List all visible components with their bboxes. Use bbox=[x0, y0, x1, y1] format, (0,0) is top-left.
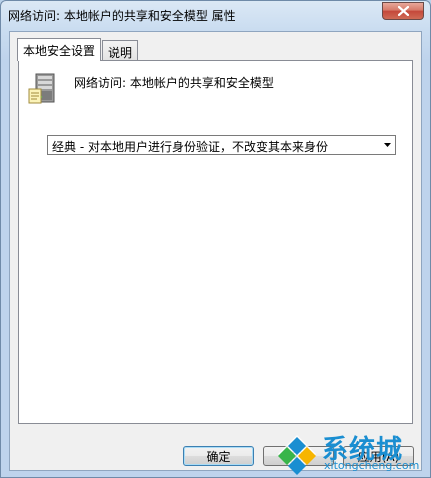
tab-panel: 网络访问: 本地帐户的共享和安全模型 经典 - 对本地用户进行身份验证，不改变其… bbox=[18, 60, 413, 424]
tab-local-security-setting[interactable]: 本地安全设置 bbox=[17, 38, 102, 61]
close-button[interactable] bbox=[382, 2, 424, 20]
security-model-dropdown[interactable]: 经典 - 对本地用户进行身份验证，不改变其本来身份 bbox=[47, 135, 396, 155]
chevron-down-icon bbox=[384, 143, 391, 147]
tab-label: 说明 bbox=[108, 46, 133, 60]
dialog-client-area: 本地安全设置 说明 网络访问: 本地帐户的共享和安全模型 经典 - 对本地用户进… bbox=[9, 31, 422, 471]
dropdown-selected-value: 经典 - 对本地用户进行身份验证，不改变其本来身份 bbox=[52, 140, 328, 154]
window-title: 网络访问: 本地帐户的共享和安全模型 属性 bbox=[8, 9, 236, 23]
tab-label: 本地安全设置 bbox=[23, 44, 96, 58]
tab-explain[interactable]: 说明 bbox=[102, 40, 139, 60]
watermark: 系统城 xitongcheng.com bbox=[270, 431, 430, 477]
title-bar[interactable]: 网络访问: 本地帐户的共享和安全模型 属性 bbox=[1, 1, 430, 29]
properties-window: 网络访问: 本地帐户的共享和安全模型 属性 本地安全设置 说明 网络访问: 本地… bbox=[0, 0, 431, 478]
policy-name: 网络访问: 本地帐户的共享和安全模型 bbox=[74, 76, 274, 90]
watermark-text-en: xitongcheng.com bbox=[324, 459, 420, 472]
watermark-logo-icon bbox=[278, 435, 316, 475]
close-icon bbox=[397, 6, 409, 16]
server-computer-icon bbox=[28, 73, 55, 104]
ok-button[interactable]: 确定 bbox=[183, 446, 254, 466]
